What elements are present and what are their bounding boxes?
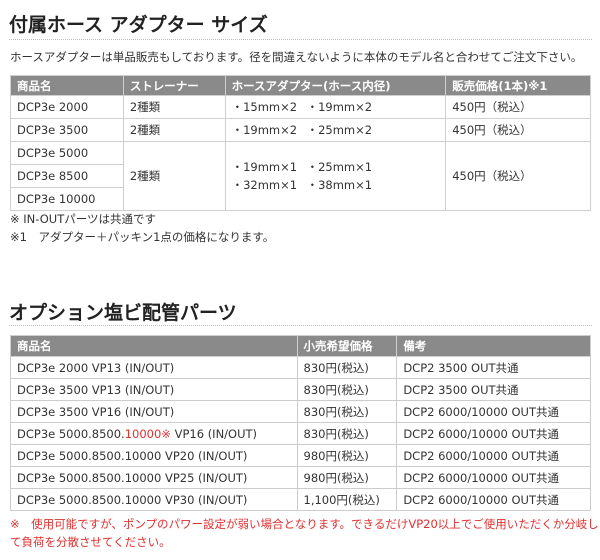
section-title-hose-adapter: 付属ホース アダプター サイズ (9, 14, 268, 36)
remarks-cell: DCP2 3500 OUT共通 (396, 378, 591, 401)
header-hose-adapter: ホースアダプター(ホース内径) (224, 75, 447, 96)
model-cell: DCP3e 3500 (10, 118, 124, 142)
table-row: DCP3e 3500 VP13 (IN/OUT) 830円(税込) DCP2 3… (10, 378, 591, 401)
table-row: DCP3e 3500 VP16 (IN/OUT) 830円(税込) DCP2 6… (10, 400, 591, 423)
title-divider (9, 325, 592, 326)
header-strainer: ストレーナー (122, 75, 226, 96)
header-product-name: 商品名 (10, 335, 298, 357)
pvc-parts-table: 商品名 小売希望価格 備考 DCP3e 2000 VP13 (IN/OUT) 8… (10, 335, 591, 511)
hose-size: ・25mm×2 (306, 123, 373, 137)
table-row: DCP3e 5000 2種類 ・19mm×1 ・25mm×1 ・32mm×1 ・38… (10, 141, 591, 211)
highlighted-model-note: 10000※ (124, 426, 171, 441)
hose-size: ・19mm×2 (231, 123, 298, 137)
page: 付属ホース アダプター サイズ ホースアダプターは単品販売もしております。径を間… (0, 0, 600, 560)
hose-cell: ・15mm×2 ・19mm×2 (224, 95, 447, 119)
retail-price-cell: 830円(税込) (296, 356, 398, 379)
retail-price-cell: 830円(税込) (296, 400, 398, 423)
model-cell: DCP3e 5000 (10, 141, 124, 165)
remarks-cell: DCP2 6000/10000 OUT共通 (396, 400, 591, 423)
product-name-cell: DCP3e 2000 VP13 (IN/OUT) (10, 356, 298, 379)
intro-text: ホースアダプターは単品販売もしております。径を間違えないように本体のモデル名と合… (10, 50, 583, 64)
hose-cell: ・19mm×1 ・25mm×1 ・32mm×1 ・38mm×1 (224, 141, 447, 211)
remarks-cell: DCP2 6000/10000 OUT共通 (396, 466, 591, 489)
remarks-cell: DCP2 3500 OUT共通 (396, 356, 591, 379)
model-cell: DCP3e 10000 (10, 187, 124, 211)
hose-adapter-table: 商品名 ストレーナー ホースアダプター(ホース内径) 販売価格(1本)※1 DC… (10, 75, 591, 211)
product-name-cell: DCP3e 3500 VP16 (IN/OUT) (10, 400, 298, 423)
table-row: DCP3e 2000 2種類 ・15mm×2 ・19mm×2 450円（税込） (10, 95, 591, 119)
retail-price-cell: 830円(税込) (296, 378, 398, 401)
hose-size: ・25mm×1 (306, 160, 373, 174)
section-title-pvc-parts: オプション塩ビ配管パーツ (9, 302, 237, 324)
price-cell: 450円（税込） (445, 118, 591, 142)
table-row: DCP3e 5000.8500.10000 VP25 (IN/OUT) 980円… (10, 466, 591, 489)
warning-line-1: ※ 使用可能ですが、ポンプのパワー設定が弱い場合となります。できるだけVP20以… (10, 517, 599, 531)
retail-price-cell: 1,100円(税込) (296, 488, 398, 511)
remarks-cell: DCP2 6000/10000 OUT共通 (396, 444, 591, 467)
product-name-cell: DCP3e 5000.8500.10000※ VP16 (IN/OUT) (10, 422, 298, 445)
retail-price-cell: 980円(税込) (296, 444, 398, 467)
model-cell: DCP3e 8500 (10, 164, 124, 188)
product-name-part: DCP3e 5000.8500. (17, 426, 125, 441)
warning-line-2: て負荷を分散させてください。 (10, 535, 171, 549)
header-remarks: 備考 (396, 335, 591, 357)
strainer-cell: 2種類 (122, 95, 226, 119)
header-model: 商品名 (10, 75, 124, 96)
remarks-cell: DCP2 6000/10000 OUT共通 (396, 488, 591, 511)
table-header-row: 商品名 小売希望価格 備考 (10, 335, 591, 357)
model-cell: DCP3e 2000 (10, 95, 124, 119)
retail-price-cell: 830円(税込) (296, 422, 398, 445)
hose-size: ・32mm×1 (231, 178, 298, 192)
remarks-cell: DCP2 6000/10000 OUT共通 (396, 422, 591, 445)
product-name-cell: DCP3e 5000.8500.10000 VP30 (IN/OUT) (10, 488, 298, 511)
table-header-row: 商品名 ストレーナー ホースアダプター(ホース内径) 販売価格(1本)※1 (10, 75, 591, 96)
table-row: DCP3e 5000.8500.10000 VP20 (IN/OUT) 980円… (10, 444, 591, 467)
hose-cell: ・19mm×2 ・25mm×2 (224, 118, 447, 142)
product-name-cell: DCP3e 5000.8500.10000 VP20 (IN/OUT) (10, 444, 298, 467)
strainer-cell: 2種類 (122, 141, 226, 211)
table-row: DCP3e 3500 2種類 ・19mm×2 ・25mm×2 450円（税込） (10, 118, 591, 142)
price-cell: 450円（税込） (445, 95, 591, 119)
strainer-cell: 2種類 (122, 118, 226, 142)
hose-size: ・15mm×2 (231, 100, 298, 114)
product-name-part: VP16 (IN/OUT) (170, 426, 258, 441)
hose-size: ・38mm×1 (306, 178, 373, 192)
header-retail-price: 小売希望価格 (296, 335, 398, 357)
note-in-out: ※ IN-OUTパーツは共通です (10, 212, 157, 226)
product-name-cell: DCP3e 5000.8500.10000 VP25 (IN/OUT) (10, 466, 298, 489)
note-price: ※1 アダプター＋パッキン1点の価格になります。 (10, 230, 275, 244)
table-row: DCP3e 5000.8500.10000 VP30 (IN/OUT) 1,10… (10, 488, 591, 511)
hose-size: ・19mm×2 (306, 100, 373, 114)
hose-size: ・19mm×1 (231, 160, 298, 174)
header-price: 販売価格(1本)※1 (445, 75, 591, 96)
table-row: DCP3e 2000 VP13 (IN/OUT) 830円(税込) DCP2 3… (10, 356, 591, 379)
table-row: DCP3e 5000.8500.10000※ VP16 (IN/OUT) 830… (10, 422, 591, 445)
title-divider (9, 39, 592, 40)
price-cell: 450円（税込） (445, 141, 591, 211)
retail-price-cell: 980円(税込) (296, 466, 398, 489)
product-name-cell: DCP3e 3500 VP13 (IN/OUT) (10, 378, 298, 401)
